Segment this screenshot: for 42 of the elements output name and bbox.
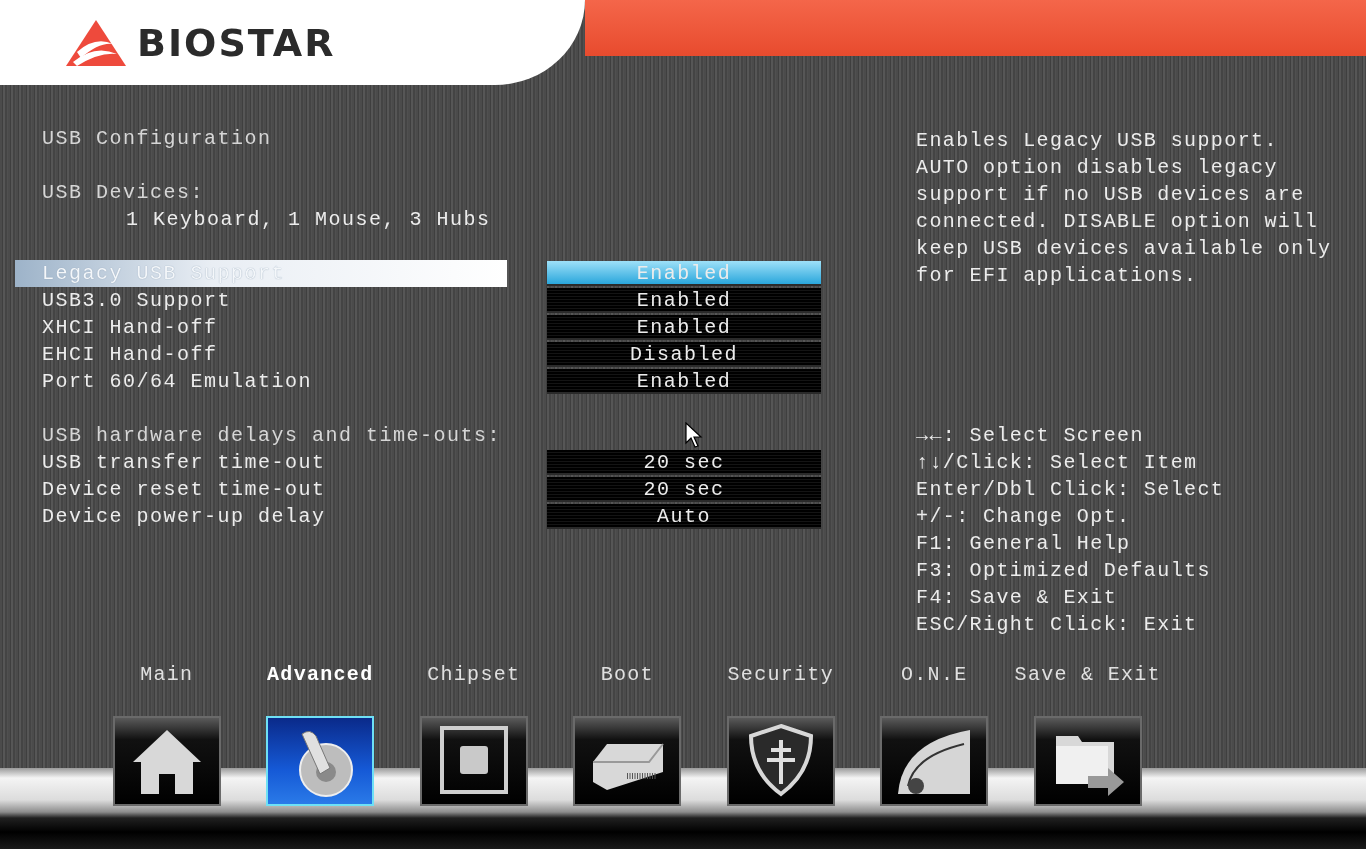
setting-value[interactable]: Enabled	[547, 288, 821, 313]
setting-label[interactable]: Device reset time-out	[15, 476, 507, 503]
tab-icon-button[interactable]	[112, 716, 221, 806]
menu-tab[interactable]: Boot	[600, 660, 654, 690]
setting-value[interactable]: Enabled	[547, 315, 821, 340]
menu-tab[interactable]: O.N.E	[901, 660, 968, 690]
setting-value[interactable]: 20 sec	[547, 450, 821, 475]
brand-logo-text: BIOSTAR	[137, 23, 336, 62]
device-summary: 1 Keyboard, 1 Mouse, 3 Hubs	[125, 207, 492, 233]
section-heading: USB Configuration	[41, 126, 273, 152]
key-hint: Enter/Dbl Click: Select	[916, 477, 1226, 503]
tab-icon-button[interactable]	[726, 716, 835, 806]
key-hint: +/-: Change Opt.	[916, 504, 1132, 530]
menu-tab[interactable]: Chipset	[427, 660, 521, 690]
key-hint: F3: Optimized Defaults	[916, 558, 1212, 584]
setting-value[interactable]: 20 sec	[547, 477, 821, 502]
tab-icon-button[interactable]	[1033, 716, 1142, 806]
help-description: Enables Legacy USB support. AUTO option disables legacy support if no USB devices are connected. DISABLE option will keep USB devices available only for EFI applications.	[916, 128, 1333, 289]
setting-label[interactable]: XHCI Hand-off	[15, 314, 507, 341]
key-hint: →←: Select Screen	[916, 423, 1145, 449]
menu-tab[interactable]: Security	[727, 660, 834, 690]
setting-value[interactable]: Disabled	[547, 342, 821, 367]
tab-icon-button[interactable]	[880, 716, 989, 806]
setting-label[interactable]: Device power-up delay	[15, 503, 507, 530]
setting-label[interactable]: USB transfer time-out	[15, 449, 507, 476]
section-heading: USB Devices:	[41, 180, 206, 206]
setting-value[interactable]: Enabled	[547, 369, 821, 394]
tab-icon-button[interactable]	[573, 716, 682, 806]
setting-label[interactable]: Port 60/64 Emulation	[15, 368, 507, 395]
menu-tab[interactable]: Save & Exit	[1014, 660, 1161, 690]
mouse-cursor-icon	[685, 422, 703, 448]
setting-label[interactable]: USB3.0 Support	[15, 287, 507, 314]
key-hint: ↑↓/Click: Select Item	[916, 450, 1199, 476]
setting-label[interactable]: EHCI Hand-off	[15, 341, 507, 368]
menu-tab[interactable]: Main	[140, 660, 194, 690]
menu-tab[interactable]: Advanced	[267, 660, 374, 690]
key-hint: ESC/Right Click: Exit	[916, 612, 1199, 638]
key-hint: F4: Save & Exit	[916, 585, 1119, 611]
setting-value[interactable]: Auto	[547, 504, 821, 529]
key-hint: F1: General Help	[916, 531, 1132, 557]
section-heading: USB hardware delays and time-outs:	[41, 423, 503, 449]
tab-icon-button[interactable]	[419, 716, 528, 806]
